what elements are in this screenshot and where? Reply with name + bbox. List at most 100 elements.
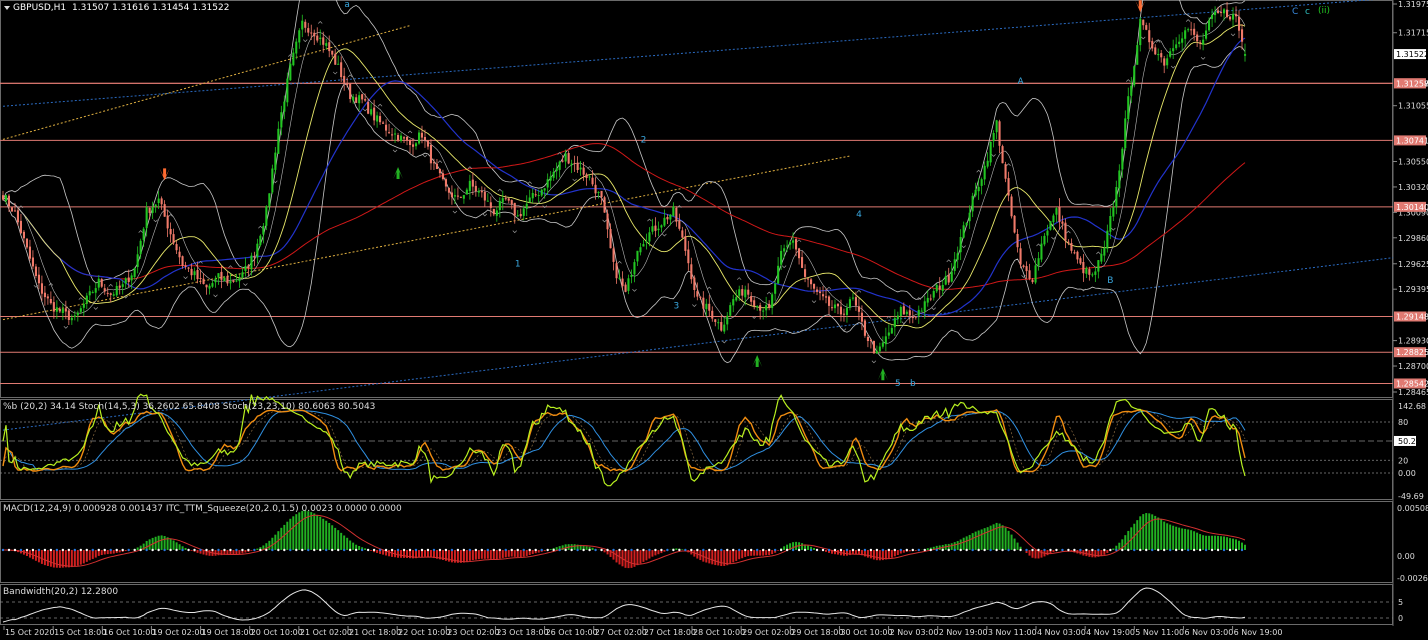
squeeze-dot [1019, 548, 1022, 552]
candle-body [804, 269, 807, 277]
ohlc-readout: 1.31507 1.31616 1.31454 1.31522 [72, 3, 229, 13]
candle-body [178, 251, 181, 258]
squeeze-dot [1067, 548, 1070, 552]
squeeze-dot [863, 548, 867, 552]
buy-arrow-icon [752, 354, 763, 367]
candle-body [361, 94, 364, 100]
time-tick-label: 4 Nov 03:00 [1037, 628, 1086, 637]
candle-body [654, 225, 657, 231]
candle-body [34, 266, 37, 276]
candle-body [866, 337, 869, 341]
squeeze-dot [133, 548, 136, 552]
pivot-low-marker [871, 360, 877, 364]
squeeze-dot [738, 548, 741, 552]
squeeze-dot [25, 548, 29, 552]
macd-label: MACD(12,24,9) 0.000928 0.001437 ITC_TTM_… [3, 504, 402, 514]
candle-body [121, 284, 124, 287]
candle-body [729, 305, 732, 316]
candle-body [64, 308, 67, 312]
candle-body [911, 317, 914, 319]
candle-body [1046, 230, 1049, 236]
pivot-low-marker [1230, 33, 1236, 37]
chart-canvas[interactable]: a12345 bAB 1.319751.317151.310551.305501.… [0, 0, 1428, 640]
candle-body [301, 20, 304, 30]
squeeze-dot [815, 548, 819, 552]
candle-body [723, 324, 726, 332]
candle-body [591, 177, 594, 185]
candle-body [226, 276, 229, 284]
stoch-axis-label: 142.68 [1398, 402, 1426, 411]
candle-body [223, 277, 226, 282]
squeeze-dot [612, 548, 615, 552]
squeeze-dot [331, 548, 334, 552]
candle-body [304, 21, 307, 28]
candle-body [85, 295, 88, 304]
squeeze-dot [666, 548, 669, 552]
pivot-low-marker [63, 325, 69, 329]
squeeze-dot [19, 548, 23, 552]
candle-body [1004, 164, 1007, 179]
squeeze-dot [696, 548, 699, 552]
candle-body [423, 137, 426, 141]
candle-body [1244, 54, 1247, 56]
squeeze-dot [947, 548, 950, 552]
candle-body [774, 283, 777, 294]
candle-body [31, 257, 34, 267]
candle-body [498, 200, 501, 210]
squeeze-dot [552, 548, 555, 552]
candle-body [513, 202, 516, 216]
candle-body [1202, 39, 1205, 45]
candle-body [786, 245, 789, 247]
candle-body [1151, 41, 1154, 49]
squeeze-dot [983, 548, 986, 552]
squeeze-dot [49, 548, 53, 552]
pivot-low-marker [662, 233, 667, 237]
candle-body [462, 195, 465, 199]
pivot-low-marker [1200, 57, 1206, 60]
squeeze-dot [37, 548, 41, 552]
candle-body [711, 310, 714, 319]
candle-body [364, 99, 367, 101]
candle-body [130, 275, 133, 281]
squeeze-dot [510, 548, 513, 552]
candle-body [1097, 260, 1100, 272]
pivot-high-marker [138, 230, 143, 233]
price-tag-label: 1.31258 [1396, 79, 1428, 88]
price-tick-label: 1.29860 [1398, 234, 1428, 243]
squeeze-dot [486, 548, 490, 552]
bandwidth-panel[interactable] [0, 584, 1393, 625]
pivot-low-marker [991, 154, 996, 157]
candle-body [1211, 15, 1214, 19]
squeeze-dot [61, 548, 65, 552]
candle-body [352, 96, 355, 101]
squeeze-dot [977, 548, 980, 552]
stoch-panel[interactable] [0, 399, 1393, 500]
squeeze-dot [354, 548, 358, 552]
wave-label-C: C [1292, 7, 1298, 17]
time-tick-label: 20 Oct 10:00 [251, 628, 303, 637]
squeeze-dot [1109, 548, 1112, 552]
candle-body [558, 161, 561, 170]
time-tick-label: 21 Oct 18:00 [349, 628, 401, 637]
squeeze-dot [223, 548, 226, 552]
price-panel[interactable] [0, 0, 1393, 398]
squeeze-dot [121, 548, 124, 552]
squeeze-dot [211, 548, 214, 552]
candle-body [950, 271, 953, 282]
candle-body [681, 230, 684, 238]
squeeze-dot [187, 548, 190, 552]
candle-body [875, 350, 878, 354]
candle-body [250, 255, 253, 270]
candle-body [795, 239, 798, 250]
squeeze-dot [881, 548, 885, 552]
chart-menu-triangle-icon[interactable] [4, 6, 10, 10]
candle-body [429, 145, 432, 164]
candle-body [474, 185, 477, 192]
candle-body [750, 296, 753, 302]
squeeze-dot [432, 548, 436, 552]
candle-body [229, 281, 232, 284]
price-tick-label: 1.30320 [1398, 183, 1428, 192]
candle-body [839, 306, 842, 315]
candle-body [989, 141, 992, 163]
candle-body [684, 236, 687, 251]
